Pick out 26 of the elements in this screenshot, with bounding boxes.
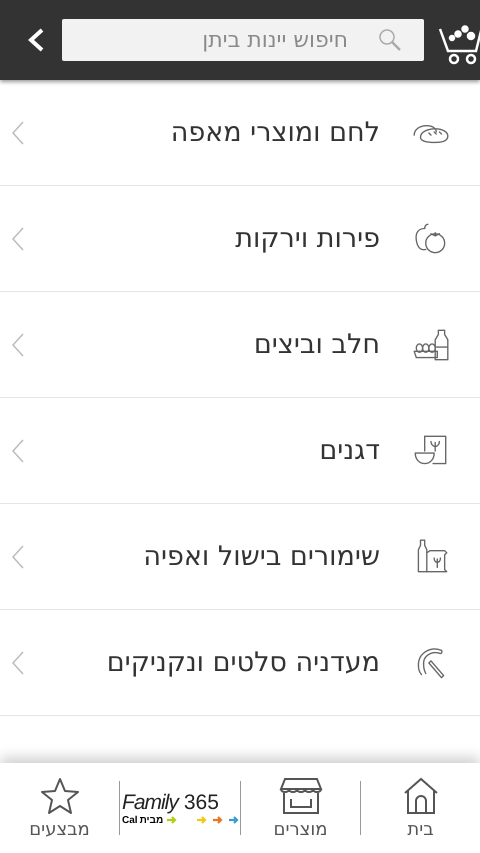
chevron-icon <box>10 438 26 464</box>
store-icon <box>278 776 322 814</box>
category-row[interactable]: מעדניה סלטים ונקניקים <box>0 610 480 716</box>
chevron-icon <box>10 120 26 146</box>
search-icon <box>378 28 402 52</box>
search-field[interactable]: חיפוש יינות ביתן <box>62 19 424 61</box>
category-title: פירות וירקות <box>234 223 380 254</box>
products-tab[interactable]: מוצרים <box>241 776 360 840</box>
category-title: לחם ומוצרי מאפה <box>170 117 380 148</box>
category-title: שימורים בישול ואפיה <box>142 541 380 572</box>
category-title: דגנים <box>318 435 380 466</box>
category-row[interactable]: שימורים בישול ואפיה <box>0 504 480 610</box>
category-row[interactable]: דגנים <box>0 398 480 504</box>
category-row[interactable]: לחם ומוצרי מאפה <box>0 80 480 186</box>
star-icon <box>40 776 80 814</box>
deals-tab[interactable]: מבצעים <box>0 776 119 840</box>
home-icon <box>402 776 438 814</box>
chevron-icon <box>10 544 26 570</box>
chevron-icon <box>10 332 26 358</box>
category-row[interactable]: פירות וירקות <box>0 186 480 292</box>
chevron-icon <box>10 226 26 252</box>
chevron-icon <box>10 650 26 676</box>
category-title: מעדניה סלטים ונקניקים <box>106 647 380 678</box>
category-row[interactable]: חלב וביצים <box>0 292 480 398</box>
category-title: חלב וביצים <box>252 329 380 360</box>
home-tab[interactable]: בית <box>361 776 480 840</box>
